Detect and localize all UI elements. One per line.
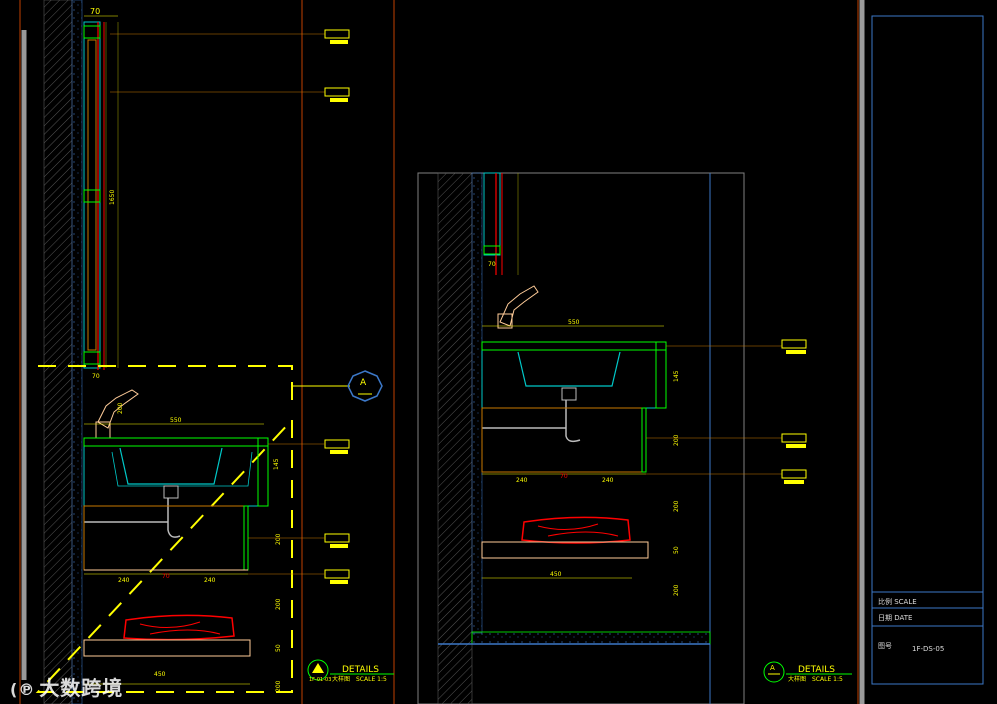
details-title: DETAILS bbox=[798, 665, 835, 675]
left-faucet: 200 bbox=[95, 389, 139, 439]
dim-center-mark: 70 bbox=[162, 573, 170, 580]
material-tag bbox=[324, 439, 350, 454]
left-under-cabinet: 200 240 240 70 bbox=[83, 505, 282, 584]
dim-top-width: 70 bbox=[488, 261, 496, 268]
right-mirror-cabinet: 70 bbox=[483, 172, 519, 275]
dim-sink-depth: 145 bbox=[673, 370, 680, 382]
dim-faucet-height: 200 bbox=[117, 402, 124, 414]
dim-sink-width: 550 bbox=[170, 417, 182, 424]
dim-bottom-gap: 200 bbox=[673, 584, 680, 596]
drawing-number-label: 图号 bbox=[878, 642, 892, 650]
dim-vertical-height: 1650 bbox=[109, 190, 116, 205]
right-towel-shelf: 450 200 50 200 bbox=[481, 500, 680, 596]
right-faucet bbox=[499, 285, 539, 327]
date-label: 日期 DATE bbox=[878, 614, 912, 622]
dim-shelf-thickness: 50 bbox=[673, 546, 680, 554]
dim-half-right: 240 bbox=[204, 577, 216, 584]
dim-sink-width: 550 bbox=[568, 319, 580, 326]
dim-half-right: 240 bbox=[602, 477, 614, 484]
scale-label: 比例 SCALE bbox=[878, 597, 917, 606]
dim-bottom-width: 70 bbox=[92, 373, 100, 380]
title-block: 比例 SCALE 日期 DATE 图号 1F-DS-05 bbox=[871, 15, 984, 685]
watermark-text: 大数跨境 bbox=[39, 676, 124, 700]
floor-slab bbox=[471, 631, 711, 645]
material-tag bbox=[781, 433, 807, 448]
left-sink-counter: 550 145 bbox=[83, 417, 280, 538]
material-tag bbox=[324, 29, 350, 44]
dim-shelf-width: 450 bbox=[154, 671, 166, 678]
details-scale: SCALE 1:5 bbox=[356, 676, 387, 683]
watermark-logo-icon: (℗ bbox=[10, 680, 36, 699]
material-tag bbox=[324, 569, 350, 584]
cad-drawing: 比例 SCALE 日期 DATE 图号 1F-DS-05 70 70 1650 bbox=[19, 0, 984, 704]
left-details-label: DETAILS 1F-01-03 大样图 SCALE 1:5 bbox=[307, 659, 394, 683]
right-wall-finish bbox=[471, 172, 483, 634]
dim-sink-depth: 145 bbox=[273, 458, 280, 470]
dim-shelf-thickness: 50 bbox=[275, 644, 282, 652]
left-wall-finish bbox=[71, 0, 83, 704]
cad-drawing-canvas: 比例 SCALE 日期 DATE 图号 1F-DS-05 70 70 1650 bbox=[0, 0, 997, 704]
dim-shelf-gap: 200 bbox=[673, 500, 680, 512]
dim-half-left: 240 bbox=[118, 577, 130, 584]
dim-top-width: 70 bbox=[90, 7, 100, 16]
watermark: (℗ 大数跨境 bbox=[10, 672, 123, 701]
dim-half-left: 240 bbox=[516, 477, 528, 484]
details-subtitle: 大样图 bbox=[332, 675, 350, 683]
right-material-tags bbox=[646, 339, 807, 484]
details-letter: A bbox=[770, 664, 775, 672]
left-mirror-cabinet: 70 70 1650 bbox=[83, 7, 119, 380]
section-callout-a: A bbox=[347, 370, 383, 402]
left-elevation-view: 70 70 1650 200 550 145 200 240 240 70 45… bbox=[35, 0, 394, 704]
right-sink-counter: 550 145 bbox=[481, 319, 680, 443]
right-details-label: A DETAILS 大样图 SCALE 1:5 bbox=[763, 661, 852, 683]
right-section-view: 70 550 145 240 240 70 200 450 200 50 200… bbox=[437, 172, 852, 704]
material-tag bbox=[324, 533, 350, 548]
dim-shelf-width: 450 bbox=[550, 571, 562, 578]
details-title: DETAILS bbox=[342, 665, 379, 675]
drawing-number: 1F-DS-05 bbox=[912, 645, 944, 653]
details-scale: SCALE 1:5 bbox=[812, 676, 843, 683]
right-under-cabinet: 240 240 70 200 bbox=[481, 407, 680, 484]
dim-cabinet-height: 200 bbox=[275, 533, 282, 545]
dim-cabinet-height: 200 bbox=[673, 434, 680, 446]
left-wall-hatch bbox=[43, 0, 73, 704]
right-wall-hatch bbox=[437, 172, 473, 704]
dim-bottom-gap: 200 bbox=[275, 680, 282, 692]
callout-letter: A bbox=[360, 378, 367, 388]
details-subtitle: 大样图 bbox=[788, 675, 806, 683]
material-tag bbox=[781, 469, 807, 484]
left-material-tags bbox=[248, 29, 350, 584]
material-tag bbox=[781, 339, 807, 354]
dim-shelf-gap: 200 bbox=[275, 598, 282, 610]
details-code: 1F-01-03 bbox=[309, 677, 331, 683]
material-tag bbox=[324, 87, 350, 102]
dim-center-mark: 70 bbox=[560, 473, 568, 480]
